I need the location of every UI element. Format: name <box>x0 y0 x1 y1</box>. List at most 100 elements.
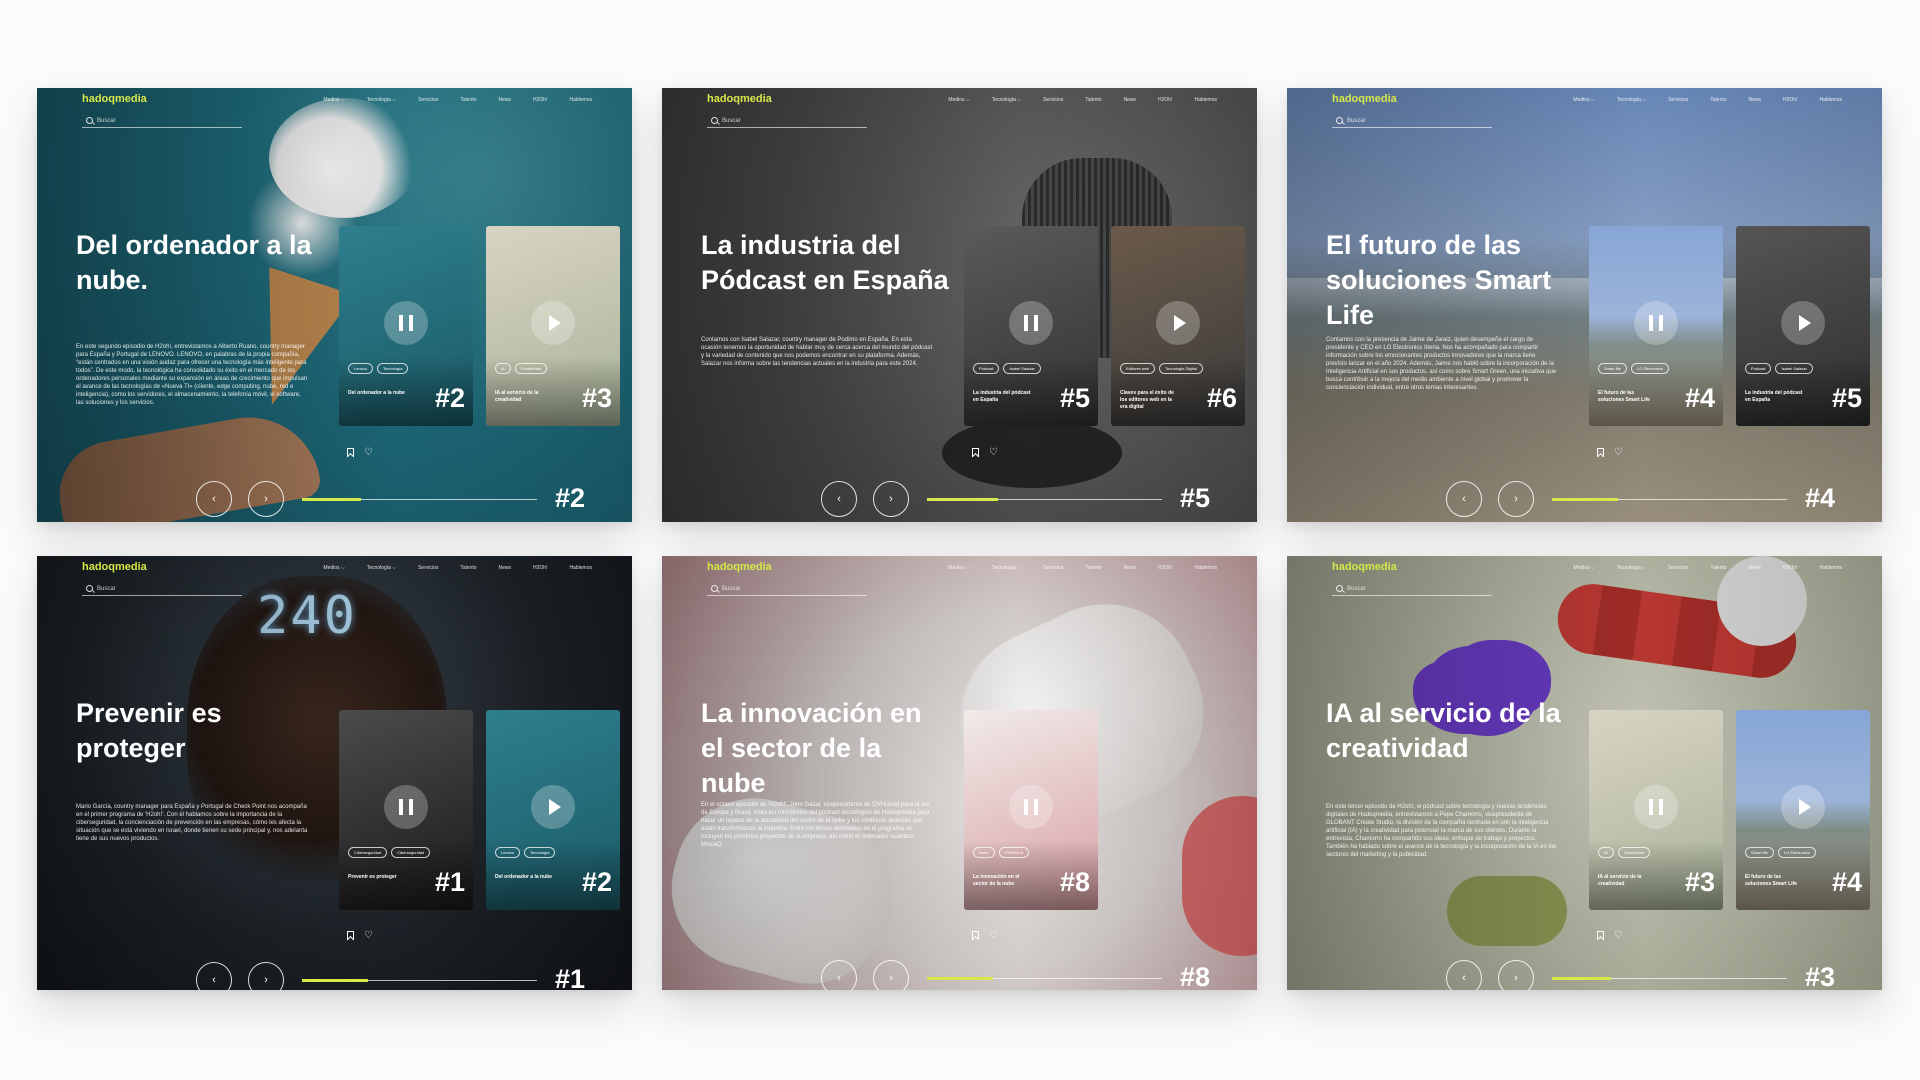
tag-chip[interactable]: IA <box>495 363 511 374</box>
logo[interactable]: hadoqmedia <box>707 93 772 105</box>
prev-button[interactable]: ‹ <box>821 960 857 990</box>
nav-item-4[interactable]: News <box>499 565 512 571</box>
nav-item-5[interactable]: H2Oh! <box>533 97 547 103</box>
tag-chip[interactable]: Smart life <box>1598 363 1627 374</box>
tag-chip[interactable]: Creatividad <box>514 363 548 374</box>
search-input[interactable]: Buscar <box>1332 582 1492 596</box>
tag-chip[interactable]: Tecnología Digital <box>1159 363 1203 374</box>
heart-icon[interactable]: ♡ <box>1614 448 1623 458</box>
prev-button[interactable]: ‹ <box>1446 481 1482 517</box>
tag-chip[interactable]: Ciberseguridad <box>348 847 388 858</box>
next-button[interactable]: › <box>1498 481 1534 517</box>
nav-item-2[interactable]: Servicios <box>418 565 438 571</box>
pause-button[interactable] <box>1634 301 1678 345</box>
nav-item-6[interactable]: Hablemos <box>1194 97 1217 103</box>
bookmark-icon[interactable] <box>1597 448 1604 457</box>
play-button[interactable] <box>1781 301 1825 345</box>
nav-item-1[interactable]: Tecnología ⌵ <box>1617 565 1646 571</box>
tag-chip[interactable]: Ciberseguridad <box>391 847 431 858</box>
nav-item-0[interactable]: Medios ⌵ <box>323 565 344 571</box>
pause-button[interactable] <box>384 785 428 829</box>
episode-card[interactable]: Lenovo Tecnología Del ordenador a la nube #… <box>486 710 620 910</box>
nav-item-2[interactable]: Servicios <box>1668 97 1688 103</box>
search-input[interactable]: Buscar <box>82 582 242 596</box>
tag-chip[interactable]: Editores web <box>1120 363 1156 374</box>
nav-item-6[interactable]: Hablemos <box>1194 565 1217 571</box>
tag-chip[interactable]: Smart life <box>1745 847 1774 858</box>
play-button[interactable] <box>531 301 575 345</box>
heart-icon[interactable]: ♡ <box>364 448 373 458</box>
episode-card[interactable]: IA Creatividad IA al servicio de la creati… <box>1589 710 1723 910</box>
nav-item-6[interactable]: Hablemos <box>1819 565 1842 571</box>
heart-icon[interactable]: ♡ <box>1614 931 1623 941</box>
nav-item-2[interactable]: Servicios <box>1043 565 1063 571</box>
episode-card[interactable]: Ciberseguridad Ciberseguridad Prevenir es … <box>339 710 473 910</box>
tag-chip[interactable]: OVHcloud <box>998 847 1029 858</box>
nav-item-5[interactable]: H2Oh! <box>1158 97 1172 103</box>
search-input[interactable]: Buscar <box>1332 114 1492 128</box>
prev-button[interactable]: ‹ <box>821 481 857 517</box>
tag-chip[interactable]: Nube <box>973 847 995 858</box>
search-input[interactable]: Buscar <box>82 114 242 128</box>
pause-button[interactable] <box>1009 301 1053 345</box>
nav-item-4[interactable]: News <box>499 97 512 103</box>
logo[interactable]: hadoqmedia <box>1332 561 1397 573</box>
tag-chip[interactable]: IA <box>1598 847 1614 858</box>
nav-item-4[interactable]: News <box>1749 97 1762 103</box>
nav-item-1[interactable]: Tecnología ⌵ <box>367 97 396 103</box>
prev-button[interactable]: ‹ <box>196 962 232 990</box>
tag-chip[interactable]: Creatividad <box>1617 847 1651 858</box>
tag-chip[interactable]: Tecnología <box>377 363 409 374</box>
nav-item-0[interactable]: Medios ⌵ <box>323 97 344 103</box>
nav-item-3[interactable]: Talento <box>1710 97 1726 103</box>
prev-button[interactable]: ‹ <box>196 481 232 517</box>
nav-item-1[interactable]: Tecnología ⌵ <box>1617 97 1646 103</box>
play-button[interactable] <box>1781 785 1825 829</box>
nav-item-4[interactable]: News <box>1749 565 1762 571</box>
tag-chip[interactable]: Podcast <box>1745 363 1772 374</box>
nav-item-0[interactable]: Medios ⌵ <box>1573 97 1594 103</box>
pause-button[interactable] <box>1634 785 1678 829</box>
play-button[interactable] <box>531 785 575 829</box>
tag-chip[interactable]: Tecnología <box>524 847 556 858</box>
heart-icon[interactable]: ♡ <box>989 448 998 458</box>
episode-card[interactable]: Lenovo Tecnología Del ordenador a la nube #… <box>339 226 473 426</box>
episode-card[interactable]: Podcast Isabel Salazar La industria del pó… <box>964 226 1098 426</box>
heart-icon[interactable]: ♡ <box>989 931 998 941</box>
bookmark-icon[interactable] <box>347 448 354 457</box>
play-button[interactable] <box>1156 301 1200 345</box>
logo[interactable]: hadoqmedia <box>1332 93 1397 105</box>
episode-card[interactable]: IA Creatividad IA al servicio de la creati… <box>486 226 620 426</box>
episode-card[interactable]: Podcast Isabel Salazar La industria del pó… <box>1736 226 1870 426</box>
nav-item-1[interactable]: Tecnología ⌵ <box>992 97 1021 103</box>
next-button[interactable]: › <box>248 962 284 990</box>
episode-card[interactable]: Smart life LG Electronics El futuro de las… <box>1589 226 1723 426</box>
nav-item-2[interactable]: Servicios <box>1668 565 1688 571</box>
tag-chip[interactable]: Isabel Salazar <box>1003 363 1041 374</box>
nav-item-2[interactable]: Servicios <box>418 97 438 103</box>
next-button[interactable]: › <box>1498 960 1534 990</box>
pause-button[interactable] <box>384 301 428 345</box>
pause-button[interactable] <box>1009 785 1053 829</box>
tag-chip[interactable]: Podcast <box>973 363 1000 374</box>
tag-chip[interactable]: Lenovo <box>348 363 374 374</box>
nav-item-3[interactable]: Talento <box>460 565 476 571</box>
nav-item-1[interactable]: Tecnología ⌵ <box>367 565 396 571</box>
nav-item-3[interactable]: Talento <box>1085 565 1101 571</box>
tag-chip[interactable]: LG Electronics <box>1630 363 1669 374</box>
nav-item-3[interactable]: Talento <box>1710 565 1726 571</box>
tag-chip[interactable]: LG Electronics <box>1777 847 1816 858</box>
nav-item-6[interactable]: Hablemos <box>569 97 592 103</box>
next-button[interactable]: › <box>873 960 909 990</box>
episode-card[interactable]: Nube OVHcloud La innovación en el sector d… <box>964 710 1098 910</box>
nav-item-3[interactable]: Talento <box>1085 97 1101 103</box>
nav-item-5[interactable]: H2Oh! <box>1158 565 1172 571</box>
bookmark-icon[interactable] <box>972 931 979 940</box>
bookmark-icon[interactable] <box>1597 931 1604 940</box>
heart-icon[interactable]: ♡ <box>364 931 373 941</box>
nav-item-0[interactable]: Medios ⌵ <box>948 565 969 571</box>
nav-item-1[interactable]: Tecnología ⌵ <box>992 565 1021 571</box>
nav-item-6[interactable]: Hablemos <box>1819 97 1842 103</box>
nav-item-4[interactable]: News <box>1124 565 1137 571</box>
next-button[interactable]: › <box>248 481 284 517</box>
